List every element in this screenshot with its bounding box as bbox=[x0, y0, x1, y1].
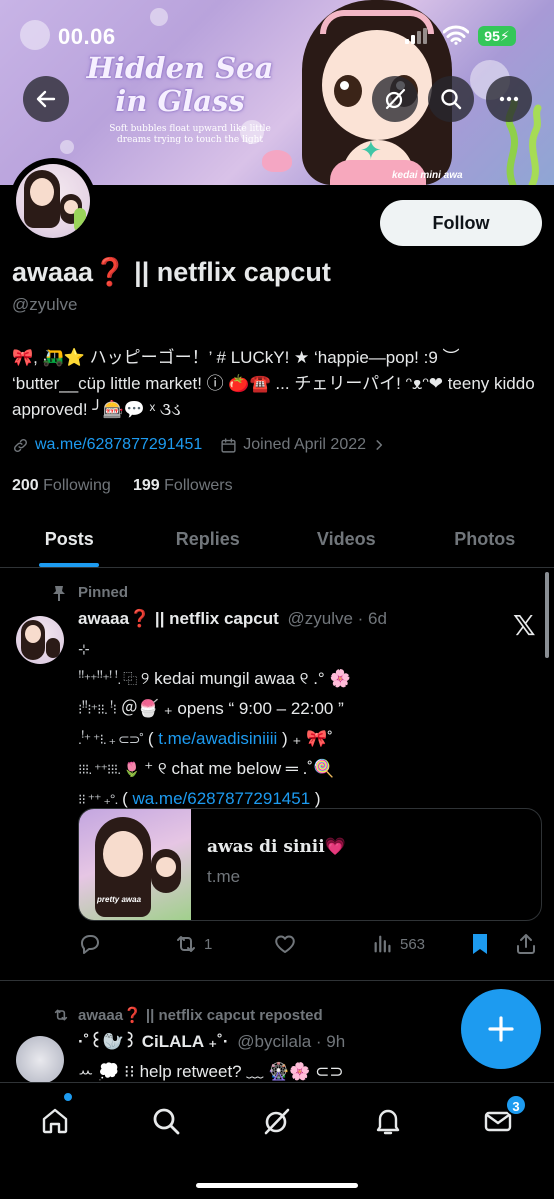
heart-icon bbox=[275, 935, 295, 953]
tweet-header: ·˚꒰🦭꒱ CiLALA ₊˚· @bycilala · 9h bbox=[78, 1030, 345, 1052]
grok-icon bbox=[264, 1108, 290, 1135]
calendar-icon bbox=[221, 437, 236, 453]
reply-icon bbox=[81, 935, 99, 954]
share-icon bbox=[517, 934, 535, 954]
link-icon bbox=[14, 438, 27, 452]
battery-indicator: 95⚡ bbox=[478, 26, 516, 46]
repost-button[interactable]: 1 bbox=[174, 928, 212, 960]
card-thumbnail: pretty awaa bbox=[79, 809, 191, 920]
more-button[interactable] bbox=[486, 76, 532, 122]
follow-button[interactable]: Follow bbox=[380, 200, 542, 246]
bubble-decoration bbox=[60, 140, 74, 154]
plus-icon bbox=[488, 1016, 514, 1042]
following-link[interactable]: 200 Following bbox=[12, 477, 111, 494]
tweet-text: ⊹ ꜝꜝ⁺⁺ꜝꜝ⁺ꜝ ꜝ. ⿻ ୨ kedai mungil awaa ୧ .°… bbox=[78, 634, 538, 814]
search-icon bbox=[441, 89, 462, 110]
card-domain: t.me bbox=[207, 867, 241, 886]
tweet-line: ⊹ bbox=[78, 641, 90, 657]
tweet-line: ⁝⁝⁝. ⁺⁺⁝⁝⁝. 🌷 ⁺ ୧ chat me below ═ .˚🍭 bbox=[78, 759, 335, 778]
link-preview-card[interactable]: pretty awaa awas di sinii💗 t.me bbox=[78, 808, 542, 921]
analytics-icon bbox=[374, 935, 391, 953]
more-icon bbox=[499, 96, 519, 102]
banner-title: Hidden Sea in Glass bbox=[86, 51, 274, 118]
bookmark-filled-icon bbox=[473, 934, 487, 954]
status-time: 00.06 bbox=[58, 24, 116, 49]
search-button[interactable] bbox=[428, 76, 474, 122]
nav-grok[interactable] bbox=[257, 1101, 297, 1141]
tweet-author[interactable]: awaaa❓ || netflix capcut bbox=[78, 609, 279, 628]
tweet-divider bbox=[0, 980, 554, 981]
nav-search[interactable] bbox=[146, 1101, 186, 1141]
avatar-plant bbox=[74, 208, 86, 232]
banner-tag: kedai mini awa bbox=[392, 170, 463, 181]
views-count: 563 bbox=[400, 935, 426, 953]
repost-label[interactable]: awaaa❓ || netflix capcut reposted bbox=[78, 1006, 323, 1024]
reply-button[interactable] bbox=[78, 928, 102, 960]
pinned-label: Pinned bbox=[78, 584, 129, 601]
views-button[interactable]: 563 bbox=[372, 928, 425, 960]
signal-icon bbox=[405, 28, 427, 44]
tweet-line: ⁝ꜝꜝ⁝⁺⁝⁝. ꜝ⁝ ＠🍧 ₊ opens “ 9:00 – 22:00 ” bbox=[78, 699, 344, 718]
nav-notifications[interactable] bbox=[368, 1101, 408, 1141]
tab-photos[interactable]: Photos bbox=[416, 512, 554, 567]
profile-bio: 🎀, 🛺⭐ ハッピーゴー！’ # LUCkY! ★ ‘happie—pop! :… bbox=[12, 348, 535, 419]
home-indicator[interactable] bbox=[196, 1183, 358, 1188]
repost-icon bbox=[177, 936, 195, 952]
joined-date: Joined April 2022 bbox=[243, 436, 367, 453]
repost-indicator-icon bbox=[54, 1009, 68, 1021]
profile-link[interactable]: wa.me/6287877291451 bbox=[35, 436, 202, 454]
banner-subtitle: Soft bubbles float upward like little dr… bbox=[109, 124, 271, 145]
wifi-icon bbox=[443, 25, 469, 45]
tweet-avatar[interactable] bbox=[16, 1036, 64, 1084]
compose-button[interactable] bbox=[461, 989, 541, 1069]
profile-tabs: Posts Replies Videos Photos bbox=[0, 512, 554, 568]
follow-counts: 200 Following 199 Followers bbox=[12, 477, 233, 495]
chevron-right-icon[interactable] bbox=[372, 438, 386, 452]
tweet-text: ꕀ 💭 ⁝⁝ help retweet? ﹏ 🎡🌸 ⊂⊃ bbox=[78, 1062, 344, 1081]
tweet-handle-time: @bycilala · 9h bbox=[237, 1032, 346, 1051]
notifications-icon bbox=[376, 1109, 400, 1135]
whatsapp-link[interactable]: wa.me/6287877291451 bbox=[132, 789, 310, 808]
card-title: awas di sinii💗 bbox=[207, 837, 346, 857]
tweet-actions: 1 563 bbox=[78, 928, 542, 960]
bookmark-button[interactable] bbox=[469, 928, 491, 960]
grok-button[interactable] bbox=[372, 76, 418, 122]
tab-replies[interactable]: Replies bbox=[139, 512, 278, 567]
bottom-navigation bbox=[0, 1082, 554, 1199]
tab-posts[interactable]: Posts bbox=[0, 512, 139, 567]
doll-eye bbox=[334, 75, 362, 107]
avatar[interactable] bbox=[16, 164, 90, 238]
tweet-line: .ꜝ⁺ ⁺⁝. ₊ ⊂⊃˚ ( t.me/awadisiniiii ) ₊ 🎀˚ bbox=[78, 729, 333, 748]
like-button[interactable] bbox=[273, 928, 297, 960]
seashell-decoration bbox=[262, 150, 292, 172]
back-button[interactable] bbox=[23, 76, 69, 122]
pin-icon bbox=[53, 586, 65, 601]
back-arrow-icon bbox=[36, 90, 56, 108]
tweet-handle-time: @zyulve · 6d bbox=[287, 609, 387, 628]
repost-count: 1 bbox=[204, 935, 213, 953]
tweet-line: ꜝꜝ⁺⁺ꜝꜝ⁺ꜝ ꜝ. ⿻ ୨ kedai mungil awaa ୧ .° 🌸 bbox=[78, 669, 351, 688]
home-icon bbox=[42, 1108, 68, 1134]
starfish-icon: ✦ bbox=[360, 135, 382, 165]
profile-handle: @zyulve bbox=[12, 295, 78, 314]
tweet-author[interactable]: ·˚꒰🦭꒱ CiLALA ₊˚· bbox=[78, 1032, 229, 1051]
nav-home[interactable] bbox=[35, 1101, 75, 1141]
bubble-decoration bbox=[150, 8, 168, 26]
avatar-face bbox=[30, 178, 54, 206]
followers-link[interactable]: 199 Followers bbox=[133, 477, 233, 494]
messages-badge: 3 bbox=[505, 1094, 527, 1116]
telegram-link[interactable]: t.me/awadisiniiii bbox=[158, 729, 277, 748]
tweet-header: awaaa❓ || netflix capcut @zyulve · 6d bbox=[78, 609, 387, 629]
profile-meta: wa.me/6287877291451 Joined April 2022 bbox=[12, 434, 386, 456]
tab-videos[interactable]: Videos bbox=[277, 512, 416, 567]
home-unread-dot bbox=[63, 1092, 73, 1102]
bubble-decoration bbox=[20, 20, 50, 50]
scrollbar[interactable] bbox=[545, 572, 549, 658]
search-icon bbox=[153, 1108, 180, 1135]
share-button[interactable] bbox=[514, 928, 538, 960]
grok-icon bbox=[385, 88, 406, 110]
tweet-avatar[interactable] bbox=[16, 616, 64, 664]
display-name: awaaa❓ || netflix capcut bbox=[12, 257, 331, 287]
